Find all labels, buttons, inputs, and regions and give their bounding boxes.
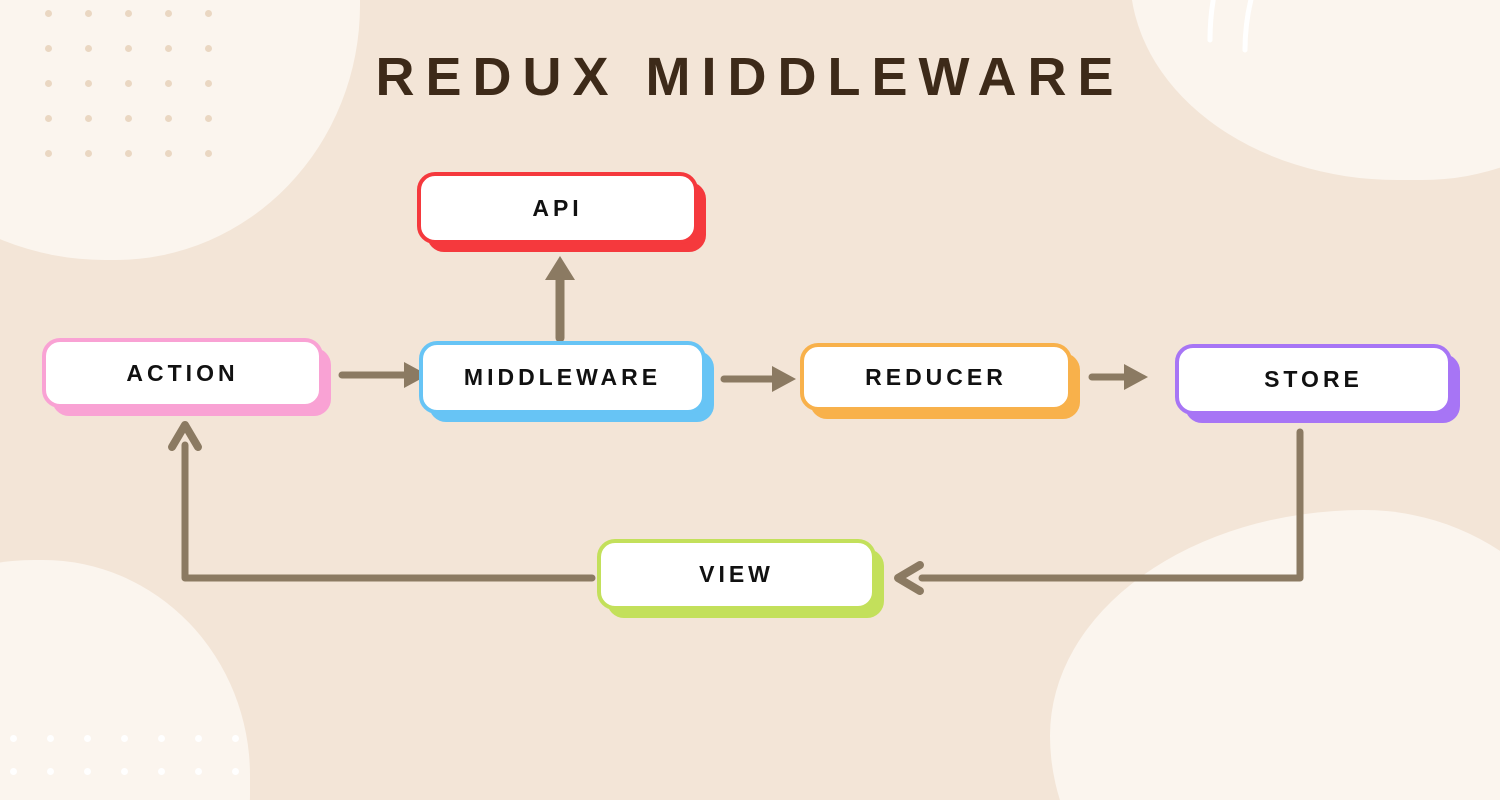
node-label-view: VIEW: [699, 561, 774, 587]
node-store[interactable]: STORE: [1175, 344, 1452, 415]
arrow-action-to-middleware: [338, 362, 428, 388]
arrow-store-to-view: [894, 428, 1304, 595]
arrow-reducer-to-store: [1088, 364, 1148, 390]
node-reducer[interactable]: REDUCER: [800, 343, 1072, 411]
diagram-canvas: REDUX MIDDLEWARE API ACTION MIDDLEWARE R…: [0, 0, 1500, 800]
node-label-middleware: MIDDLEWARE: [463, 364, 662, 390]
arrow-middleware-to-reducer: [720, 366, 796, 392]
node-label-store: STORE: [1264, 366, 1363, 392]
node-view[interactable]: VIEW: [597, 539, 876, 610]
node-label-api: API: [532, 194, 583, 221]
node-middleware[interactable]: MIDDLEWARE: [419, 341, 706, 414]
node-api[interactable]: API: [417, 172, 698, 244]
node-label-action: ACTION: [126, 359, 239, 386]
arrow-middleware-to-api: [545, 256, 575, 343]
node-action[interactable]: ACTION: [42, 338, 323, 408]
arrow-view-to-action: [168, 421, 596, 582]
node-label-reducer: REDUCER: [865, 363, 1007, 390]
